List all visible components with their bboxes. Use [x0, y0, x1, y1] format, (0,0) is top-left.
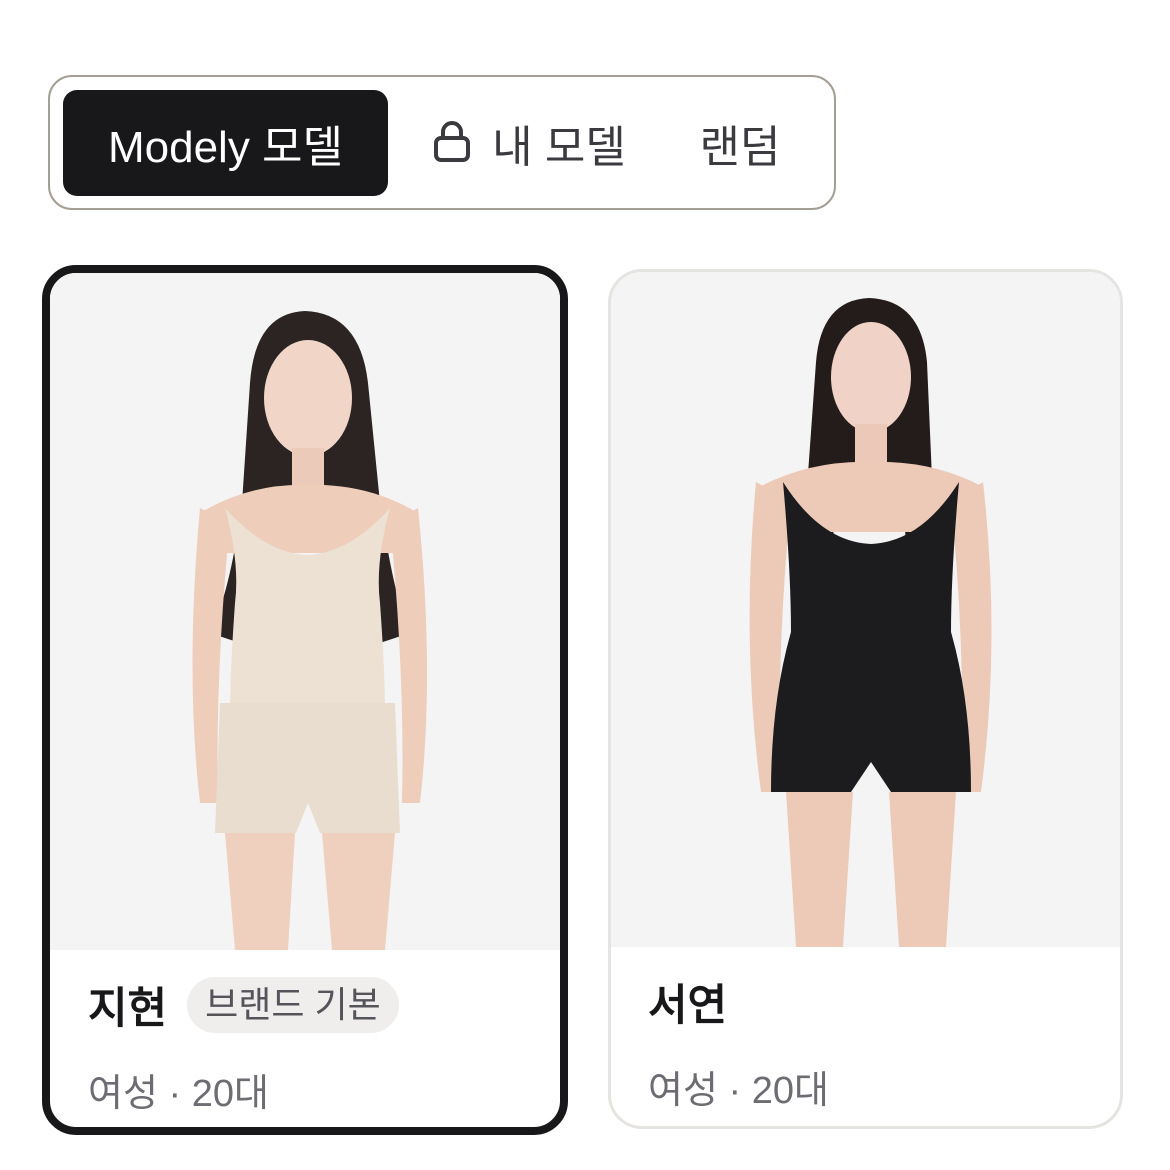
model-name: 지현 — [88, 985, 168, 1033]
model-photo — [611, 272, 1120, 947]
model-photo — [50, 273, 560, 950]
tab-modely-models[interactable]: Modely 모델 — [63, 90, 388, 196]
model-card-seoyeon[interactable]: 서연 여성 · 20대 — [608, 269, 1123, 1129]
model-name-row: 지현 브랜드 기본 — [88, 950, 560, 1060]
tab-random-label: 랜덤 — [699, 123, 781, 172]
model-info: 지현 브랜드 기본 여성 · 20대 — [50, 950, 560, 1117]
model-info: 서연 여성 · 20대 — [611, 947, 1120, 1114]
model-meta: 여성 · 20대 — [88, 1073, 269, 1115]
tab-modely-label: Modely 모델 — [107, 123, 344, 172]
model-name: 서연 — [648, 982, 728, 1030]
tab-my-models[interactable]: 내 모델 — [415, 90, 645, 196]
model-source-tabs: Modely 모델 내 모델 랜덤 — [48, 75, 836, 210]
model-card-jihyeon[interactable]: 지현 브랜드 기본 여성 · 20대 — [42, 265, 568, 1135]
brand-default-badge: 브랜드 기본 — [187, 977, 399, 1033]
tab-my-models-label: 내 모델 — [492, 123, 626, 172]
model-picker-page: Modely 모델 내 모델 랜덤 지현 브랜드 기본 여성 · 20대 서연 … — [0, 0, 1170, 1170]
tab-random[interactable]: 랜덤 — [665, 90, 815, 196]
lock-icon — [434, 120, 471, 173]
model-name-row: 서연 — [648, 947, 1120, 1057]
model-meta: 여성 · 20대 — [648, 1070, 829, 1112]
